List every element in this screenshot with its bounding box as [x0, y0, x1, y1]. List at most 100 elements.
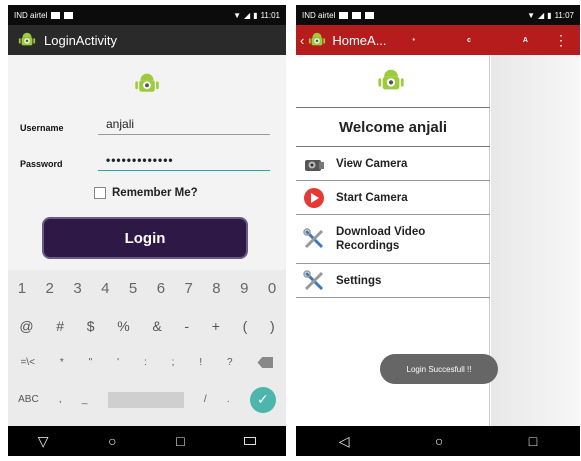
home-screen: IND airtel ▼ ◢ ▮ 11:07 ‹ HomeA... • c A …: [296, 5, 580, 456]
notification-icon: [352, 11, 362, 19]
notification-icon: [365, 11, 375, 19]
keyboard-key[interactable]: *: [60, 357, 64, 368]
home-icon[interactable]: ○: [435, 433, 443, 449]
overflow-menu-icon[interactable]: ⋮: [554, 32, 568, 49]
clock-text: 11:01: [260, 10, 280, 20]
action-item[interactable]: •: [413, 37, 415, 44]
app-icon: [18, 31, 36, 49]
keyboard-row: =\< * " ':;!?: [8, 344, 286, 381]
menu-item-view-camera[interactable]: View Camera: [296, 147, 490, 181]
tools-icon: [302, 227, 326, 251]
action-bar-title: HomeA...: [332, 32, 387, 48]
keyboard-key[interactable]: @: [19, 318, 33, 334]
keyboard-key[interactable]: ': [117, 357, 119, 368]
android-logo-icon: [134, 71, 160, 97]
home-icon[interactable]: ○: [108, 433, 116, 449]
keyboard-key[interactable]: _: [82, 394, 88, 405]
password-label: Password: [20, 159, 63, 169]
nav-bar: ◁ ○ □: [296, 426, 580, 456]
action-bar: LoginActivity: [8, 25, 286, 55]
main-content: [491, 55, 580, 426]
action-bar-title: LoginActivity: [44, 32, 117, 48]
keyboard-key[interactable]: 1: [18, 280, 26, 297]
play-icon: [302, 186, 326, 210]
keyboard-key[interactable]: =\<: [20, 357, 34, 368]
space-key[interactable]: [107, 391, 184, 408]
keyboard-key[interactable]: 6: [157, 280, 165, 297]
status-bar: IND airtel ▼ ◢ ▮ 11:01: [8, 5, 286, 25]
remember-me-checkbox[interactable]: Remember Me?: [94, 187, 198, 199]
keyboard-key[interactable]: 2: [46, 280, 54, 297]
keyboard-key[interactable]: :: [144, 357, 147, 368]
backspace-icon[interactable]: [257, 357, 274, 368]
carrier-label: IND airtel: [14, 10, 48, 20]
menu-item-label: Download Video Recordings: [336, 226, 426, 252]
action-bar-items: • c A: [387, 37, 554, 44]
keyboard-key[interactable]: $: [87, 318, 95, 334]
action-item[interactable]: c: [467, 37, 471, 44]
signal-icon: ◢: [538, 10, 545, 20]
keyboard-key[interactable]: (: [243, 318, 248, 334]
keyboard-key[interactable]: 4: [101, 280, 109, 297]
status-bar: IND airtel ▼ ◢ ▮ 11:07: [296, 5, 580, 25]
keyboard-key[interactable]: ,: [59, 394, 62, 405]
welcome-heading: Welcome anjali: [296, 107, 490, 147]
keyboard-key[interactable]: 7: [185, 280, 193, 297]
battery-icon: ▮: [547, 10, 552, 20]
keyboard-key[interactable]: ": [89, 357, 93, 368]
notification-icon: [64, 11, 74, 19]
keyboard-key[interactable]: ABC: [18, 394, 39, 405]
keyboard-key[interactable]: %: [117, 318, 129, 334]
keyboard-key[interactable]: !: [199, 357, 202, 368]
keyboard-key[interactable]: 8: [212, 280, 220, 297]
app-icon: [308, 31, 326, 49]
remember-me-label: Remember Me?: [112, 187, 198, 199]
keyboard-key[interactable]: #: [56, 318, 64, 334]
action-item[interactable]: A: [523, 37, 528, 44]
keyboard-key[interactable]: .: [227, 394, 230, 405]
keyboard-key[interactable]: ;: [172, 357, 175, 368]
keyboard-key[interactable]: /: [204, 394, 207, 405]
nav-bar: ▽ ○ □: [8, 426, 286, 456]
keyboard-key[interactable]: 9: [240, 280, 248, 297]
back-arrow-icon[interactable]: ‹: [300, 33, 304, 48]
keyboard-key[interactable]: +: [212, 318, 220, 334]
login-button[interactable]: Login: [42, 217, 248, 259]
menu-item-settings[interactable]: Settings: [296, 264, 490, 298]
battery-icon: ▮: [253, 10, 258, 20]
toast-message: Login Succesfull !!: [380, 354, 498, 384]
checkbox-icon[interactable]: [94, 187, 106, 199]
keyboard-key[interactable]: 0: [268, 280, 276, 297]
menu-item-label: Settings: [336, 274, 382, 287]
recents-icon[interactable]: □: [176, 433, 184, 449]
keyboard-key[interactable]: -: [184, 318, 189, 334]
signal-icon: ◢: [244, 10, 251, 20]
keyboard-key[interactable]: 5: [129, 280, 137, 297]
settings-tools-icon: [302, 269, 326, 293]
back-icon[interactable]: ◁: [339, 433, 350, 450]
login-screen: IND airtel ▼ ◢ ▮ 11:01 LoginActivity Use…: [8, 5, 286, 456]
keyboard-key[interactable]: ?: [227, 357, 233, 368]
notification-icon: [51, 11, 61, 19]
clock-text: 11:07: [554, 10, 574, 20]
menu-item-label: View Camera: [336, 157, 408, 170]
android-logo-icon: [377, 67, 405, 95]
username-field[interactable]: anjali: [98, 117, 270, 135]
keyboard-key[interactable]: ): [270, 318, 275, 334]
camera-icon: [302, 152, 326, 176]
keyboard-key[interactable]: 3: [73, 280, 81, 297]
password-field[interactable]: •••••••••••••: [98, 153, 270, 171]
username-label: Username: [20, 123, 64, 133]
recents-icon[interactable]: □: [529, 433, 537, 449]
keyboard-row: 1 2 3 4 5 6 7 8 9 0: [8, 270, 286, 307]
wifi-icon: ▼: [527, 10, 535, 20]
login-form: Username anjali Password ••••••••••••• R…: [8, 55, 286, 265]
menu-item-label: Start Camera: [336, 191, 408, 204]
keyboard-icon[interactable]: [244, 437, 257, 445]
enter-check-icon[interactable]: ✓: [249, 386, 276, 413]
back-icon[interactable]: ▽: [38, 433, 49, 450]
menu-item-download-recordings[interactable]: Download Video Recordings: [296, 215, 490, 264]
menu-item-start-camera[interactable]: Start Camera: [296, 181, 490, 215]
carrier-label: IND airtel: [302, 10, 336, 20]
keyboard-key[interactable]: &: [152, 318, 161, 334]
